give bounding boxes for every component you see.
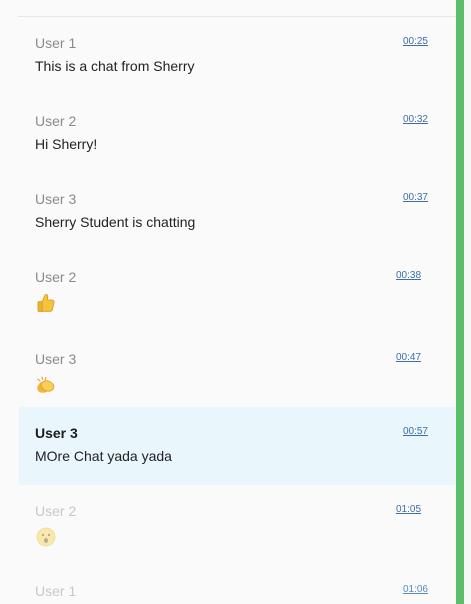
clapping-hands-icon [37, 376, 55, 393]
message-timestamp-link[interactable]: 00:38 [396, 270, 421, 281]
message-timestamp-link[interactable]: 00:47 [396, 352, 421, 363]
chat-message: User 2 [19, 485, 456, 567]
chat-message-highlighted: User 3 MOre Chat yada yada 00:57 [19, 407, 456, 485]
message-timestamp-link[interactable]: 00:37 [403, 192, 428, 203]
message-author: User 3 [35, 425, 78, 441]
message-timestamp-link[interactable]: 01:06 [403, 584, 428, 595]
message-text: This is a chat from Sherry [35, 58, 195, 74]
chat-message: User 3 Sherry Student is chatting 00:37 [19, 173, 456, 251]
surprised-face-icon [36, 527, 56, 547]
thumbs-up-icon [37, 294, 55, 312]
message-text: Hi Sherry! [35, 136, 98, 152]
message-author: User 2 [35, 113, 77, 129]
message-author: User 3 [35, 191, 77, 207]
message-author: User 2 [35, 503, 77, 519]
message-timestamp-link[interactable]: 00:32 [403, 114, 428, 125]
scroll-accent-bar [456, 0, 464, 604]
chat-message-list[interactable]: User 1 This is a chat from Sherry 00:25 … [19, 17, 456, 604]
message-text: Sherry Student is chatting [35, 214, 196, 230]
chat-message: User 2 [19, 251, 456, 333]
chat-message: User 1 This is a chat from Sherry 00:25 [19, 17, 456, 95]
right-gutter [464, 0, 471, 604]
message-author: User 1 [35, 35, 77, 51]
chat-message: User 1 01:06 [19, 565, 456, 604]
message-text: MOre Chat yada yada [35, 448, 172, 464]
message-author: User 3 [35, 351, 77, 367]
chat-message: User 2 Hi Sherry! 00:32 [19, 95, 456, 173]
message-timestamp-link[interactable]: 00:57 [403, 426, 428, 437]
message-timestamp-link[interactable]: 01:05 [396, 504, 421, 515]
message-timestamp-link[interactable]: 00:25 [403, 36, 428, 47]
message-author: User 2 [35, 269, 77, 285]
chat-message: User 3 [19, 333, 456, 415]
message-author: User 1 [35, 583, 77, 599]
